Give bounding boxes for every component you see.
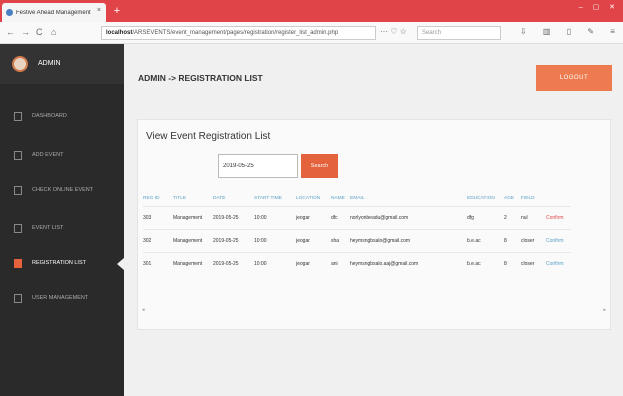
favicon-icon <box>6 9 13 16</box>
table-cell: jeogar <box>296 228 331 252</box>
panel-title: View Event Registration List <box>146 131 271 142</box>
sidebar-item-event-list[interactable]: EVENT LIST <box>0 218 124 238</box>
sidebar-item-label: REGISTRATION LIST <box>32 260 86 266</box>
scroll-right-icon[interactable]: ▸ <box>603 307 606 313</box>
dashboard-icon <box>14 111 22 121</box>
window-controls[interactable]: – ▢ ✕ <box>579 3 619 11</box>
forward-icon[interactable]: → <box>21 27 30 37</box>
add-event-icon <box>14 150 22 160</box>
search-button[interactable]: Search <box>301 154 338 178</box>
table-cell: 303 <box>143 205 173 229</box>
table-cell: 8 <box>504 251 521 275</box>
table-cell: Management <box>173 205 213 229</box>
col-header: LOCATION <box>296 196 321 202</box>
home-icon[interactable]: ⌂ <box>51 27 56 37</box>
table-cell: dfc <box>331 205 350 229</box>
sidebar-item-label: DASHBOARD <box>32 113 67 119</box>
table-cell: closer <box>521 251 546 275</box>
sidebar-item-add-event[interactable]: ADD EVENT <box>0 145 124 165</box>
brand-label: ADMIN <box>38 60 61 67</box>
tab-close-icon[interactable]: × <box>97 7 101 14</box>
col-header: EMAIL <box>350 196 365 202</box>
tab-title: Festive Ahead Management <box>16 9 91 16</box>
sidebar: ADMIN DASHBOARD ADD EVENT CHECK ONLINE E… <box>0 44 124 396</box>
table-cell: b.e.ac <box>467 228 504 252</box>
breadcrumb: ADMIN -> REGISTRATION LIST <box>138 73 263 83</box>
col-header: REG ID <box>143 196 160 202</box>
confirm-link[interactable]: Confirm <box>546 228 571 252</box>
table-cell: b.e.ac <box>467 251 504 275</box>
table-cell: 2019-05-25 <box>213 205 254 229</box>
sidebar-brand: ADMIN <box>0 44 124 84</box>
col-header <box>546 192 571 206</box>
registration-table: REG ID TITLE DATE START TIME LOCATION NA… <box>143 192 571 275</box>
table-header-row: REG ID TITLE DATE START TIME LOCATION NA… <box>143 192 571 206</box>
registration-list-icon <box>14 258 22 268</box>
col-header: START TIME <box>254 196 282 202</box>
registration-panel: View Event Registration List Search REG … <box>137 119 611 330</box>
table-cell: dfg <box>467 205 504 229</box>
table-cell: heymsngbsalo@gmail.com <box>350 228 467 252</box>
table-cell: 2019-05-25 <box>213 251 254 275</box>
check-event-icon <box>14 185 22 195</box>
table-cell: norlyonbeadu@gmail.com <box>350 205 467 229</box>
sidebar-item-label: EVENT LIST <box>32 225 64 231</box>
browser-search-input[interactable]: Search <box>417 26 501 40</box>
logout-button[interactable]: LOGOUT <box>536 65 612 91</box>
table-cell: sha <box>331 228 350 252</box>
table-cell: 10:00 <box>254 251 296 275</box>
sidebar-item-label: USER MANAGEMENT <box>32 295 89 301</box>
url-bar[interactable]: localhost/ARSEVENTS/event_management/pag… <box>101 26 376 40</box>
toolbar-icons[interactable]: ⇩ ▥ ▯ ✎ ≡ <box>520 27 622 36</box>
col-header: EDUCATION <box>467 196 495 202</box>
reload-icon[interactable]: C <box>36 27 43 37</box>
col-header: NAME <box>331 196 345 202</box>
table-cell: 2019-05-25 <box>213 228 254 252</box>
sidebar-item-label: CHECK ONLINE EVENT <box>32 187 94 193</box>
url-actions-icons[interactable]: ··· ♡ ☆ <box>380 27 407 36</box>
table-cell: jeogar <box>296 205 331 229</box>
sidebar-item-dashboard[interactable]: DASHBOARD <box>0 106 124 126</box>
table-cell: 2 <box>504 205 521 229</box>
col-header: TITLE <box>173 196 187 202</box>
url-path: /ARSEVENTS/event_management/pages/regist… <box>132 30 339 36</box>
date-input[interactable] <box>218 154 298 178</box>
browser-tab[interactable]: Festive Ahead Management × <box>2 3 106 22</box>
user-icon <box>14 293 22 303</box>
table-row: 302 Management 2019-05-25 10:00 jeogar s… <box>143 228 571 252</box>
table-cell: 8 <box>504 228 521 252</box>
main-content: ADMIN -> REGISTRATION LIST LOGOUT View E… <box>124 44 623 396</box>
scroll-left-icon[interactable]: ◂ <box>142 307 145 313</box>
sidebar-item-label: ADD EVENT <box>32 152 64 158</box>
table-row: 301 Management 2019-05-25 10:00 jeogar a… <box>143 251 571 275</box>
table-cell: 10:00 <box>254 205 296 229</box>
confirm-link[interactable]: Confirm <box>546 251 571 275</box>
table-cell: jeogar <box>296 251 331 275</box>
back-icon[interactable]: ← <box>6 27 15 37</box>
confirm-link[interactable]: Confirm <box>546 205 571 229</box>
col-header: DATE <box>213 196 226 202</box>
table-cell: Management <box>173 251 213 275</box>
table-cell: 301 <box>143 251 173 275</box>
sidebar-item-check-online-event[interactable]: CHECK ONLINE EVENT <box>0 180 124 200</box>
table-cell: Management <box>173 228 213 252</box>
table-cell: 10:00 <box>254 228 296 252</box>
sidebar-item-user-management[interactable]: USER MANAGEMENT <box>0 288 124 308</box>
browser-tab-bar: Festive Ahead Management × + – ▢ ✕ <box>0 0 623 22</box>
url-host: localhost <box>106 30 133 36</box>
table-row: 303 Management 2019-05-25 10:00 jeogar d… <box>143 205 571 229</box>
col-header: AGE <box>504 196 515 202</box>
new-tab-icon[interactable]: + <box>110 5 124 17</box>
browser-nav-bar: ← → C ⌂ localhost/ARSEVENTS/event_manage… <box>0 22 623 44</box>
col-header: FIELD <box>521 196 535 202</box>
avatar <box>12 56 28 72</box>
table-cell: closer <box>521 228 546 252</box>
table-cell: heymsngbsalo.aaj@gmail.com <box>350 251 467 275</box>
sidebar-item-registration-list[interactable]: REGISTRATION LIST <box>0 253 124 273</box>
table-cell: nul <box>521 205 546 229</box>
table-cell: 302 <box>143 228 173 252</box>
active-indicator <box>117 258 124 270</box>
event-list-icon <box>14 223 22 233</box>
table-cell: ani <box>331 251 350 275</box>
